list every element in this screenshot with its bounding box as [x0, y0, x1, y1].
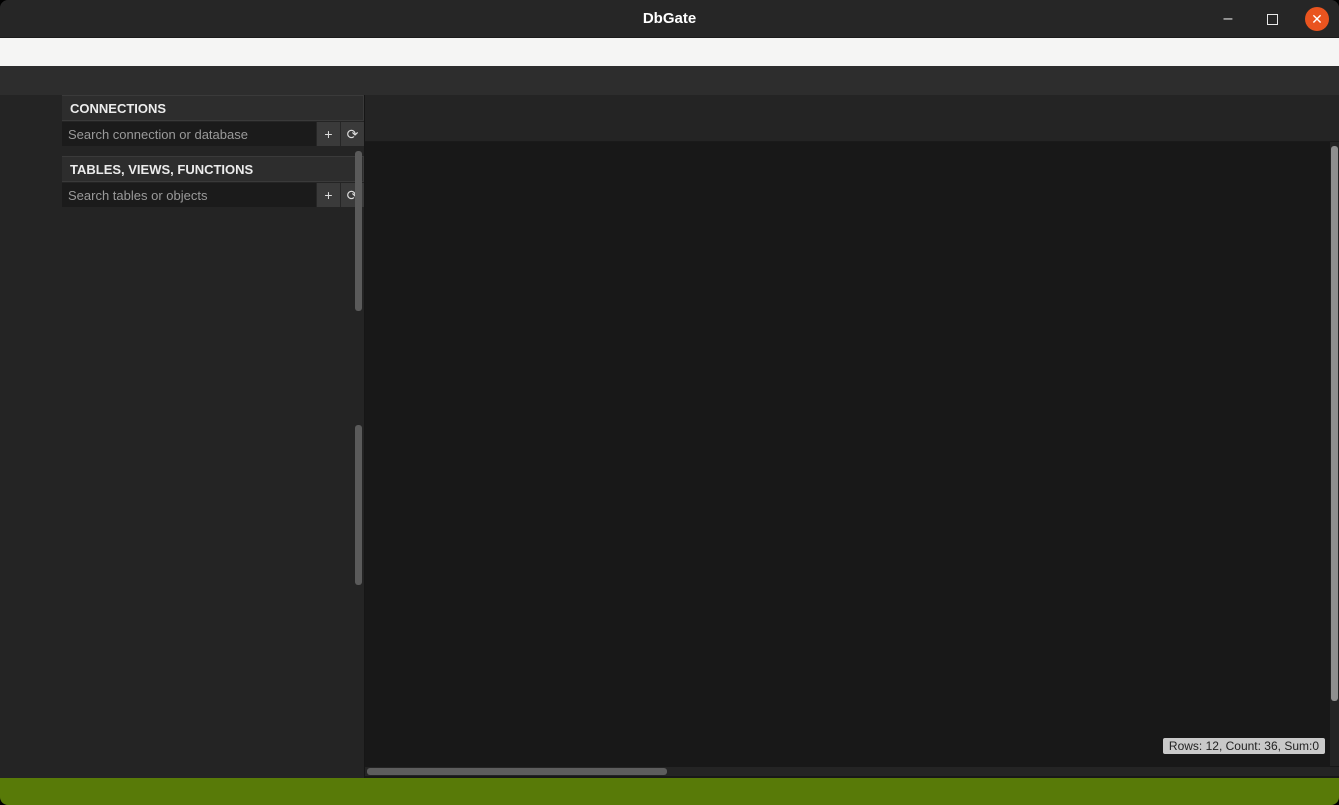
window-controls: – ✕: [1217, 0, 1329, 38]
close-button[interactable]: ✕: [1305, 7, 1329, 31]
dbgate-window: DbGate – ✕ CONNECTIONS Search connection…: [0, 0, 1339, 805]
selection-stats-overlay: Rows: 12, Count: 36, Sum:0: [1163, 738, 1325, 754]
tables-tree: [62, 209, 364, 211]
table-tab-strip: [365, 112, 1339, 142]
toolbar: [0, 66, 1339, 95]
title-bar: DbGate – ✕: [0, 0, 1339, 38]
refresh-connections-button[interactable]: ⟳: [340, 122, 364, 146]
window-title: DbGate: [643, 10, 696, 27]
tables-header: TABLES, VIEWS, FUNCTIONS: [62, 156, 364, 182]
add-table-icon-button[interactable]: +: [316, 183, 340, 207]
data-grid: Rows: 12, Count: 36, Sum:0: [365, 142, 1339, 778]
connections-search-input[interactable]: Search connection or database: [62, 122, 316, 146]
status-bar: [0, 778, 1339, 805]
grid-horizontal-scrollbar[interactable]: [365, 767, 1339, 776]
minimize-button[interactable]: –: [1217, 8, 1239, 30]
maximize-button[interactable]: [1261, 8, 1283, 30]
connections-scrollbar[interactable]: [355, 151, 362, 311]
database-tab-strip: [365, 95, 1339, 112]
grid-vertical-scrollbar[interactable]: [1330, 142, 1339, 766]
left-panel: CONNECTIONS Search connection or databas…: [62, 95, 365, 778]
add-connection-icon-button[interactable]: +: [316, 122, 340, 146]
connections-header: CONNECTIONS: [62, 95, 364, 121]
tables-scrollbar[interactable]: [355, 425, 362, 585]
menu-bar: [0, 38, 1339, 66]
connections-tree: [62, 148, 364, 150]
icon-rail: [0, 95, 62, 778]
tables-search-input[interactable]: Search tables or objects: [62, 183, 316, 207]
